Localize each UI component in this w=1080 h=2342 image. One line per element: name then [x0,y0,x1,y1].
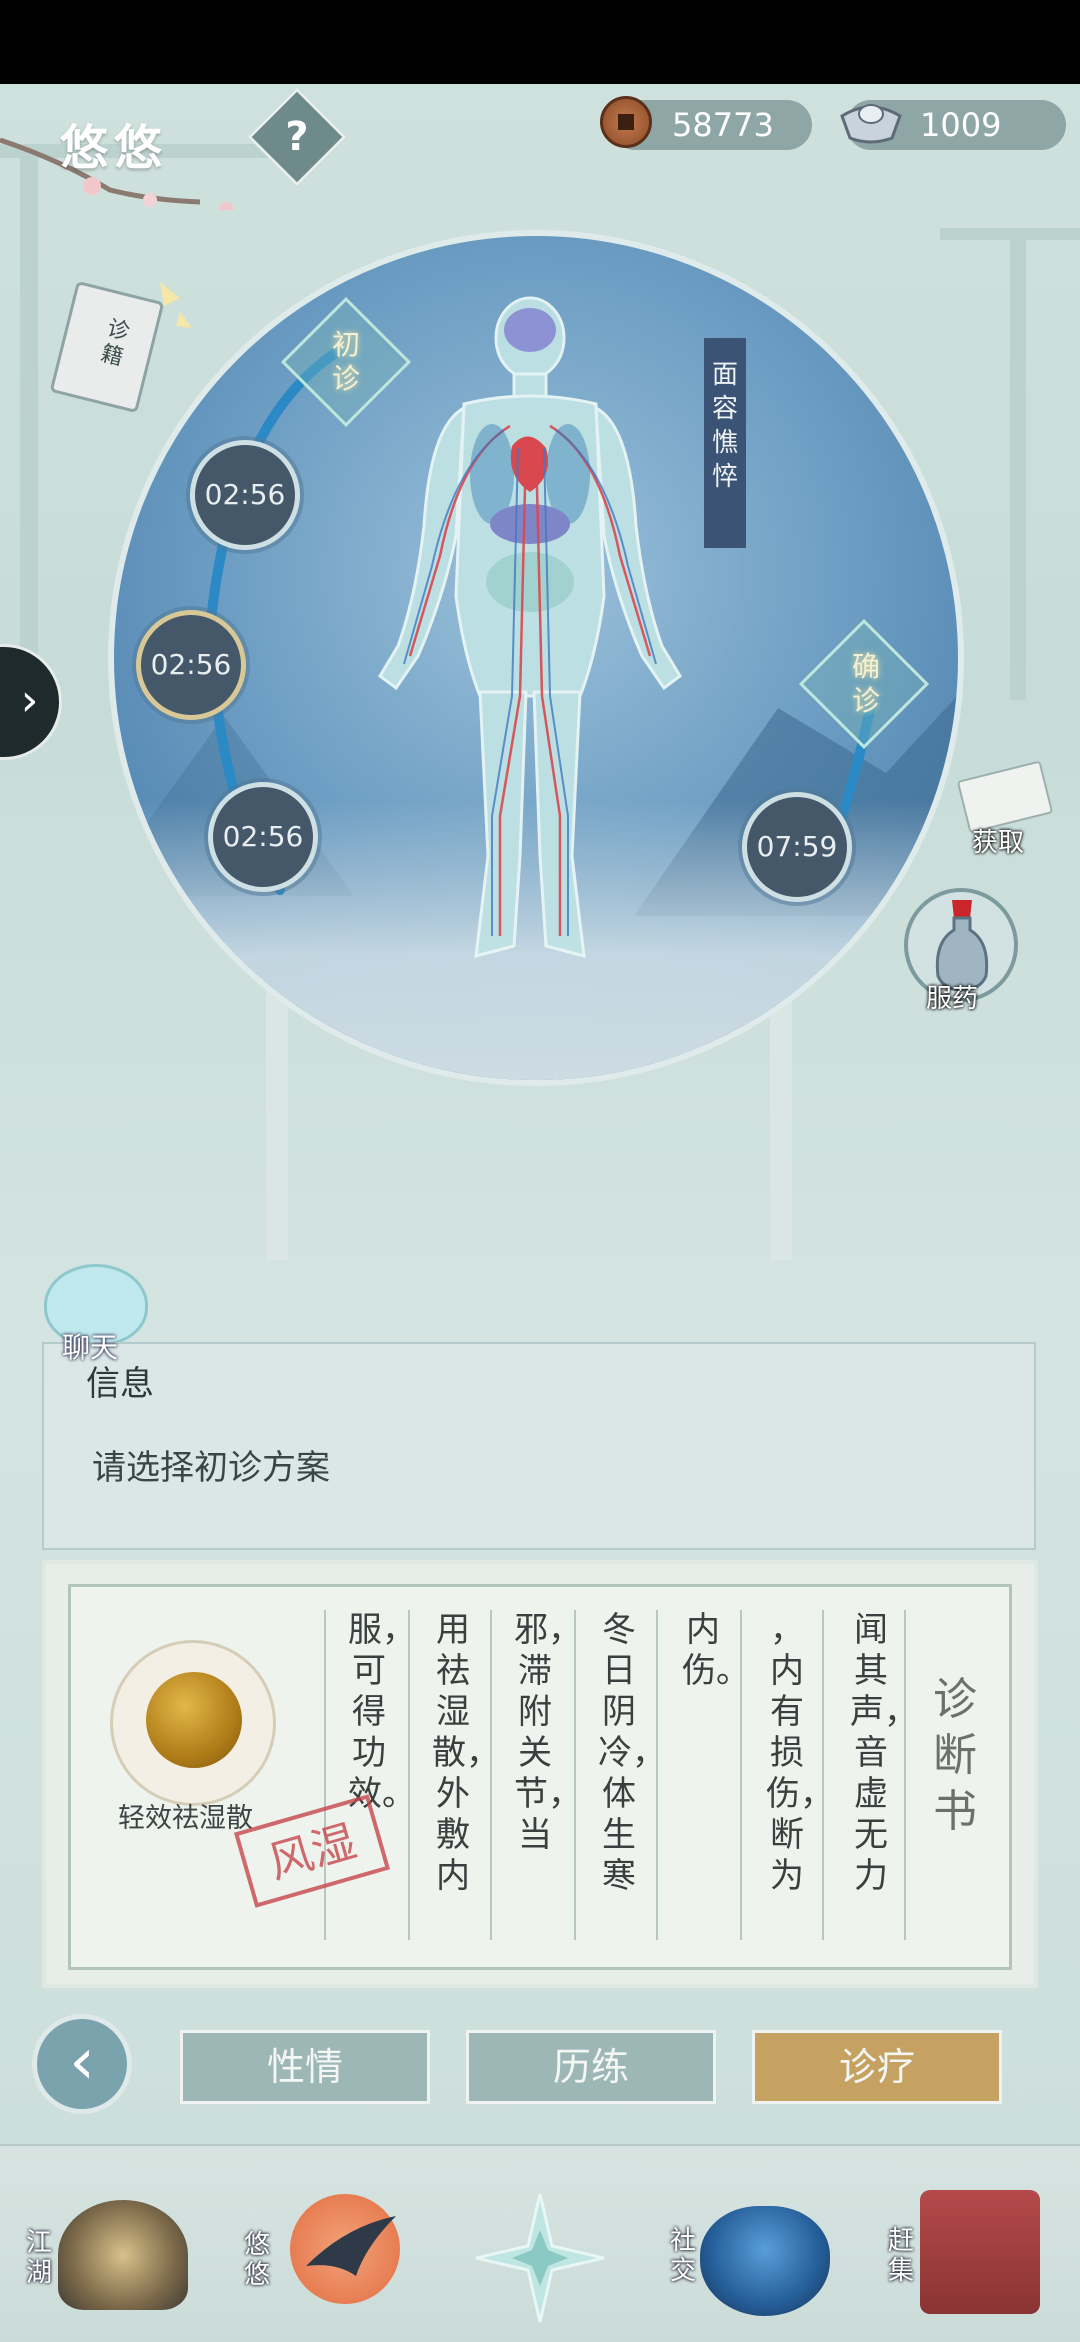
timer-look-value: 02:56 [150,648,232,681]
symptom-banner: 面容憔悴 [704,338,746,548]
timer-look[interactable]: 02:56 [136,610,246,720]
timer-listen[interactable]: 02:56 [190,440,300,550]
column-divider [324,1610,326,1940]
copper-coin-icon [600,96,652,148]
tab-treatment[interactable]: 诊疗 [752,2030,1002,2104]
player-name[interactable]: 悠悠 [60,108,168,178]
jianghu-hat-icon[interactable] [58,2200,188,2310]
confirm-diagnosis-label: 确诊 [851,650,880,717]
butterfly-icon [160,282,192,328]
info-panel-message: 请选择初诊方案 [92,1448,330,1488]
obtain-button-label[interactable]: 获取 [972,822,1024,859]
herbal-remedy-icon [146,1672,242,1768]
center-compass-star-icon[interactable] [472,2190,608,2326]
social-wave-icon[interactable] [700,2206,830,2316]
copper-coin-value: 58773 [672,106,774,144]
remedy-name: 轻效祛湿散 [118,1803,253,1834]
market-basket-icon[interactable] [920,2190,1040,2314]
status-bar [0,0,1080,84]
chevron-left-icon: ‹ [69,2025,95,2099]
take-medicine-label: 服药 [926,984,979,1014]
chevron-right-icon: › [20,675,39,726]
tab-temperament[interactable]: 性情 [180,2030,430,2104]
timer-pulse[interactable]: 07:59 [742,792,852,902]
tab-training[interactable]: 历练 [466,2030,716,2104]
symptom-banner-text: 面容憔悴 [711,360,738,492]
swallow-bird-icon [306,2216,396,2276]
diagnosis-text-column-6: 用祛湿散，外敷内 [432,1610,500,1896]
diagnosis-text-column-4: 冬日阴冷，体生寒 [598,1610,666,1896]
silver-ingot-icon [840,104,902,144]
info-panel-title: 信息 [86,1364,154,1404]
nav-label-social[interactable]: 社交 [668,2226,698,2286]
nav-label-youyou[interactable]: 悠悠 [242,2230,272,2290]
timer-pulse-value: 07:59 [756,830,838,863]
diagnosis-text-column-7: 服，可得功效。 [348,1610,416,1814]
diagnosis-text-column-2: ，内有损伤，断为 [766,1610,834,1896]
diagnosis-text-column-5: 邪，滞附关节，当 [514,1610,582,1855]
column-divider [904,1610,906,1940]
initial-diagnosis-label: 初诊 [331,328,360,395]
question-icon: ? [285,114,309,160]
column-divider [490,1610,492,1940]
timer-ask-value: 02:56 [222,820,304,853]
diagnosis-text-column-3: 内伤。 [682,1610,750,1691]
diagnosis-text-column-1: 闻其声，音虚无力 [850,1610,918,1896]
back-button[interactable]: ‹ [32,2014,132,2114]
diagnosis-card-title: 诊断书 [933,1674,977,1837]
nav-label-market[interactable]: 赶集 [886,2226,916,2286]
column-divider [656,1610,658,1940]
timer-ask[interactable]: 02:56 [208,782,318,892]
timer-listen-value: 02:56 [204,478,286,511]
nav-label-jianghu[interactable]: 江湖 [24,2228,54,2288]
silver-ingot-value: 1009 [920,106,1002,144]
